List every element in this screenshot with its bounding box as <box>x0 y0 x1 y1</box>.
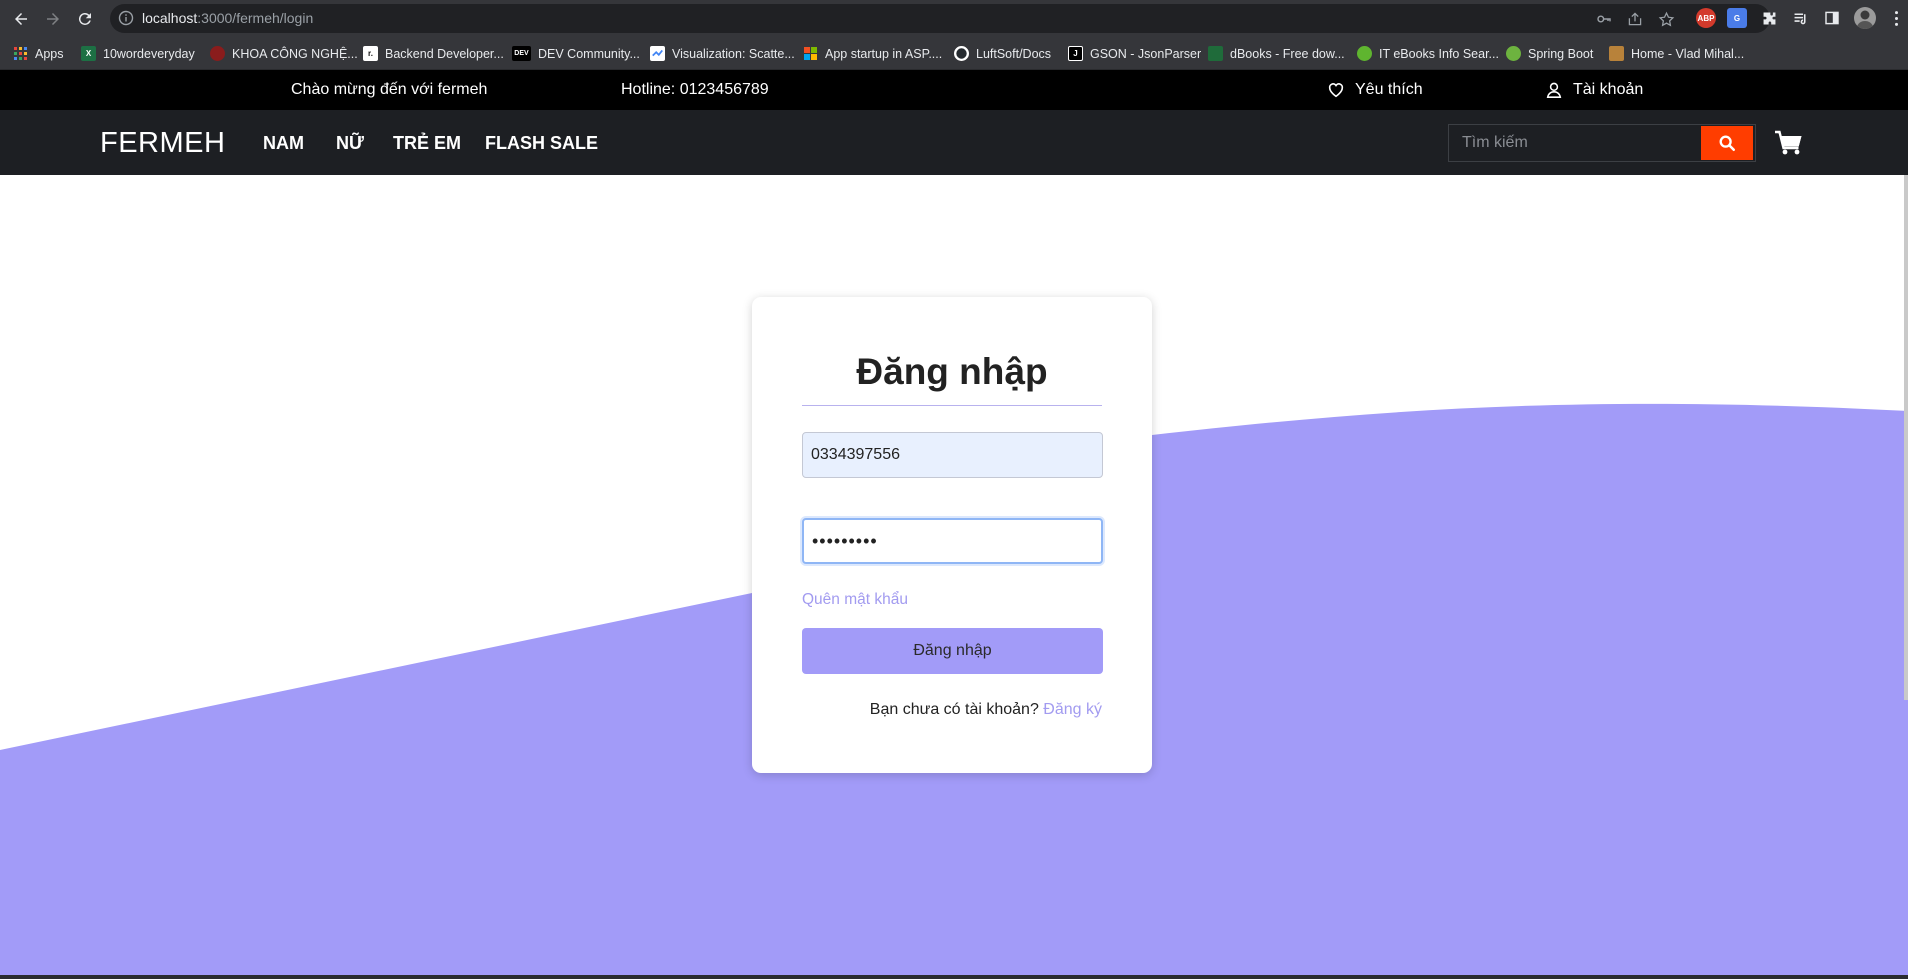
apps-grid-icon <box>13 46 28 61</box>
bookmark-apps[interactable]: Apps <box>13 45 64 62</box>
itebooks-icon <box>1357 46 1372 61</box>
bookmark-vlad-mihalcea[interactable]: Home - Vlad Mihal... <box>1609 45 1744 62</box>
bookmark-app-startup[interactable]: App startup in ASP.... <box>803 45 942 62</box>
browser-toolbar: localhost:3000/fermeh/login ABP G <box>0 0 1908 37</box>
bookmark-dbooks[interactable]: dBooks - Free dow... <box>1208 45 1345 62</box>
nav-nam[interactable]: NAM <box>263 133 304 154</box>
site-logo[interactable]: FERMEH <box>100 127 225 160</box>
google-charts-icon <box>650 46 665 61</box>
browser-menu-icon[interactable] <box>1886 8 1906 28</box>
forgot-password-link[interactable]: Quên mật khẩu <box>802 591 908 609</box>
favorites-link[interactable]: Yêu thích <box>1327 81 1423 99</box>
r-icon: r. <box>363 46 378 61</box>
no-account-text: Bạn chưa có tài khoản? <box>869 701 1039 718</box>
profile-avatar[interactable] <box>1854 7 1876 29</box>
adblock-extension-icon[interactable]: ABP <box>1696 8 1716 28</box>
bookmark-khoa-cong-nghe[interactable]: KHOA CÔNG NGHỆ... <box>210 45 358 62</box>
microsoft-icon <box>803 46 818 61</box>
bookmark-gson[interactable]: J GSON - JsonParser <box>1068 45 1201 62</box>
site-info-icon[interactable] <box>118 10 134 26</box>
page-scrollbar[interactable] <box>1904 175 1908 700</box>
school-icon <box>210 46 225 61</box>
cart-button[interactable] <box>1774 128 1804 158</box>
heart-icon <box>1328 83 1344 98</box>
back-button[interactable] <box>7 5 35 33</box>
forward-button[interactable] <box>39 5 67 33</box>
extensions-puzzle-icon[interactable] <box>1759 8 1779 28</box>
bookmark-it-ebooks[interactable]: IT eBooks Info Sear... <box>1357 45 1499 62</box>
side-panel-icon[interactable] <box>1822 8 1842 28</box>
bookmark-spring-boot[interactable]: Spring Boot <box>1506 45 1593 62</box>
shopping-cart-icon <box>1775 130 1802 155</box>
password-input[interactable] <box>802 518 1103 564</box>
hotline-text: Hotline: 0123456789 <box>621 81 769 98</box>
dev-icon: DEV <box>512 46 531 61</box>
nav-nu[interactable]: NỮ <box>336 133 364 154</box>
title-divider <box>802 405 1102 406</box>
reading-list-icon[interactable] <box>1790 8 1810 28</box>
dbooks-icon <box>1208 46 1223 61</box>
window-bottom-edge <box>0 975 1908 979</box>
bookmarks-bar: Apps X 10wordeveryday KHOA CÔNG NGHỆ... r… <box>0 37 1908 70</box>
bookmark-star-icon[interactable] <box>1657 10 1675 28</box>
bookmark-dev-community[interactable]: DEV DEV Community... <box>512 45 640 62</box>
user-icon <box>1546 82 1562 98</box>
reload-button[interactable] <box>71 5 99 33</box>
signup-link[interactable]: Đăng ký <box>1043 701 1102 718</box>
key-icon[interactable] <box>1595 10 1613 28</box>
main-navbar: FERMEH NAM NỮ TRẺ EM FLASH SALE <box>0 110 1908 175</box>
welcome-text: Chào mừng đến với fermeh <box>291 81 488 98</box>
url-text: localhost:3000/fermeh/login <box>142 10 314 26</box>
reload-icon <box>78 12 91 25</box>
search-button[interactable] <box>1701 126 1753 160</box>
nav-flash-sale[interactable]: FLASH SALE <box>485 133 598 154</box>
forward-arrow-icon <box>47 13 59 25</box>
bookmark-visualization[interactable]: Visualization: Scatte... <box>650 45 795 62</box>
back-arrow-icon <box>15 13 27 25</box>
search-input[interactable] <box>1449 125 1699 161</box>
phone-input[interactable] <box>802 432 1103 478</box>
vlad-icon <box>1609 46 1624 61</box>
account-link[interactable]: Tài khoản <box>1545 81 1643 99</box>
bookmark-10wordeveryday[interactable]: X 10wordeveryday <box>81 45 195 62</box>
search-icon <box>1719 135 1736 152</box>
login-title: Đăng nhập <box>856 351 1048 392</box>
site-topbar: Chào mừng đến với fermeh Hotline: 012345… <box>0 70 1908 110</box>
login-card: Đăng nhập Quên mật khẩu Đăng nhập Bạn ch… <box>752 297 1152 773</box>
signup-prompt: Bạn chưa có tài khoản? Đăng ký <box>870 701 1102 719</box>
login-submit-button[interactable]: Đăng nhập <box>802 628 1103 674</box>
spring-icon <box>1506 46 1521 61</box>
address-bar[interactable]: localhost:3000/fermeh/login <box>110 4 1770 33</box>
github-icon <box>954 46 969 61</box>
bookmark-luftsoft-docs[interactable]: LuftSoft/Docs <box>954 45 1051 62</box>
bookmark-backend-developer[interactable]: r. Backend Developer... <box>363 45 504 62</box>
nav-tre-em[interactable]: TRẺ EM <box>393 133 461 154</box>
search-box <box>1448 124 1756 162</box>
share-icon[interactable] <box>1626 10 1644 28</box>
excel-icon: X <box>81 46 96 61</box>
translate-extension-icon[interactable]: G <box>1727 8 1747 28</box>
j-icon: J <box>1068 46 1083 61</box>
